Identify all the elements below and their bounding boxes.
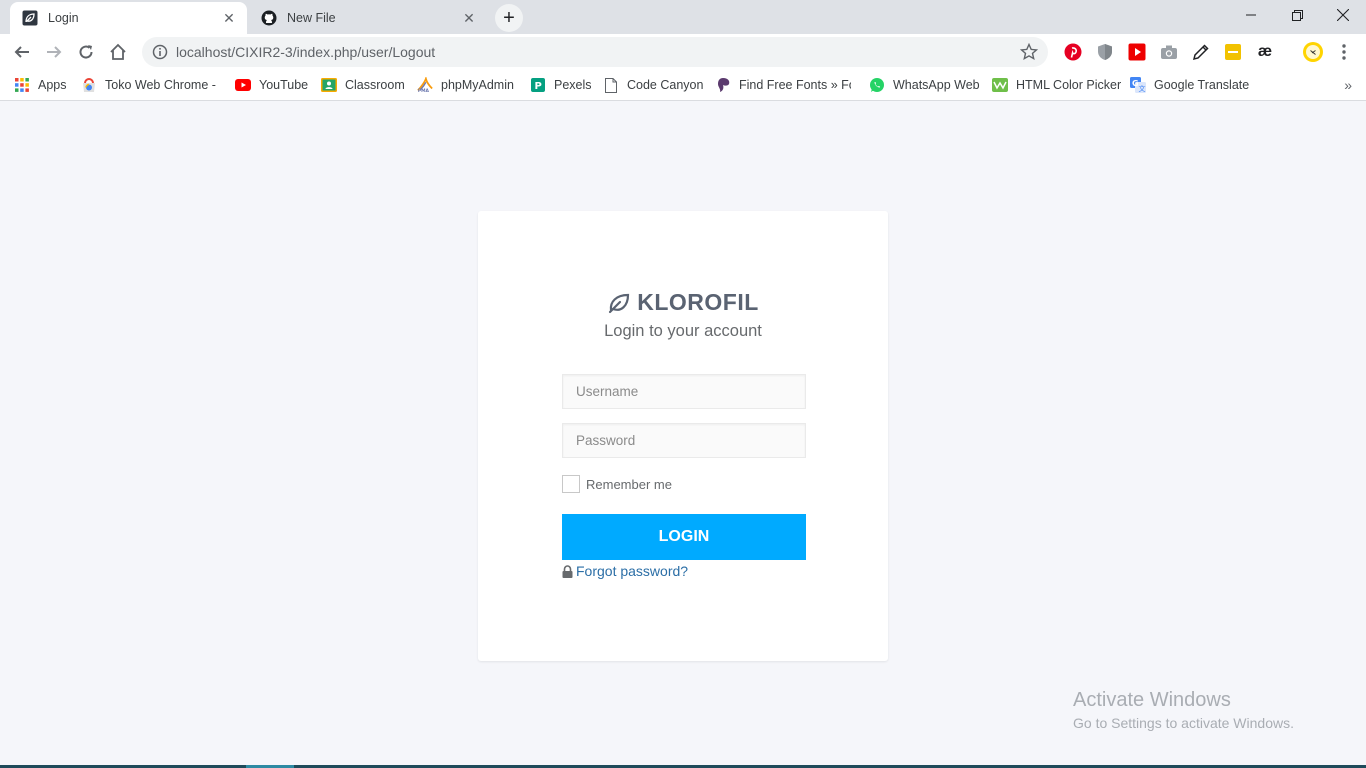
bookmark-apps[interactable]: Apps <box>14 77 67 93</box>
watermark-title: Activate Windows <box>1073 689 1231 711</box>
username-input[interactable] <box>562 374 806 409</box>
note-extension-icon[interactable] <box>1224 43 1242 61</box>
restore-icon[interactable] <box>1274 0 1320 30</box>
ae-extension-icon[interactable]: æ <box>1256 43 1274 61</box>
bookmark-code-canyon[interactable]: Code Canyon <box>603 77 703 93</box>
bookmark-label: Apps <box>38 78 67 92</box>
brand-name: KLOROFIL <box>637 289 759 315</box>
bookmark-toko-web-chrome[interactable]: Toko Web Chrome - c <box>81 77 219 93</box>
klorofil-leaf-icon <box>22 10 38 26</box>
remember-me-label: Remember me <box>586 476 672 492</box>
chrome-store-icon <box>81 77 97 93</box>
bookmark-label: Google Translate <box>1154 78 1250 92</box>
shield-icon[interactable] <box>1096 43 1114 61</box>
tab-new-file[interactable]: New File ✕ <box>249 2 487 34</box>
tab-strip: Login ✕ New File ✕ + <box>0 0 1366 34</box>
bookmark-label: HTML Color Picker <box>1016 78 1122 92</box>
bookmark-label: YouTube <box>259 78 309 92</box>
menu-dots-icon[interactable] <box>1335 43 1353 61</box>
bookmark-label: Code Canyon <box>627 78 704 92</box>
browser-toolbar: localhost/CIXIR2-3/index.php/user/Logout… <box>0 34 1366 70</box>
bookmark-label: Pexels <box>554 78 592 92</box>
forgot-password: Forgot password? <box>562 563 688 579</box>
youtube-icon <box>235 77 251 93</box>
phpmyadmin-icon: PMA <box>417 77 433 93</box>
bookmark-html-color-picker[interactable]: HTML Color Picker <box>992 77 1121 93</box>
bookmark-label: Find Free Fonts » For <box>739 78 851 92</box>
bookmark-classroom[interactable]: Classroom <box>321 77 405 93</box>
pinterest-icon[interactable] <box>1064 43 1082 61</box>
color-picker-icon <box>992 77 1008 93</box>
bookmark-google-translate[interactable]: G文 Google Translate <box>1130 77 1249 93</box>
login-card: KLOROFIL Login to your account Remember … <box>478 211 888 661</box>
bookmark-label: WhatsApp Web <box>893 78 980 92</box>
fonts-icon <box>715 77 731 93</box>
close-icon[interactable]: ✕ <box>461 10 477 26</box>
password-input[interactable] <box>562 423 806 458</box>
page-icon <box>603 77 619 93</box>
login-subtitle: Login to your account <box>604 322 762 340</box>
translate-icon: G文 <box>1130 77 1146 93</box>
info-icon[interactable] <box>152 44 168 60</box>
login-button[interactable]: LOGIN <box>562 514 806 560</box>
close-window-icon[interactable] <box>1320 0 1366 30</box>
brand-logo: KLOROFIL <box>478 289 888 316</box>
tab-title: Login <box>48 11 79 25</box>
watermark-subtitle: Go to Settings to activate Windows. <box>1073 715 1294 731</box>
address-bar[interactable]: localhost/CIXIR2-3/index.php/user/Logout <box>142 37 1048 67</box>
bookmark-whatsapp-web[interactable]: WhatsApp Web <box>869 77 980 93</box>
github-icon <box>261 10 277 26</box>
new-tab-button[interactable]: + <box>495 4 523 32</box>
bookmark-label: Toko Web Chrome - c <box>105 78 219 92</box>
apps-grid-icon <box>14 77 30 93</box>
svg-text:文: 文 <box>1139 84 1146 93</box>
bookmark-label: Classroom <box>345 78 405 92</box>
pexels-icon: P <box>530 77 546 93</box>
svg-text:PMA: PMA <box>418 88 430 93</box>
reload-icon[interactable] <box>72 38 100 66</box>
remember-me: Remember me <box>562 475 672 493</box>
tab-title: New File <box>287 11 336 25</box>
activate-windows-watermark: Activate Windows Go to Settings to activ… <box>1073 689 1294 731</box>
close-icon[interactable]: ✕ <box>221 10 237 26</box>
more-bookmarks-chevron-icon[interactable]: » <box>1344 77 1352 93</box>
svg-text:P: P <box>535 81 542 92</box>
remember-me-checkbox[interactable] <box>562 475 580 493</box>
bookmarks-bar: Apps Toko Web Chrome - c YouTube Classro… <box>0 70 1366 101</box>
bookmark-find-free-fonts[interactable]: Find Free Fonts » For <box>715 77 851 93</box>
bookmark-youtube[interactable]: YouTube <box>235 77 308 93</box>
tab-login[interactable]: Login ✕ <box>10 2 247 34</box>
minimize-icon[interactable] <box>1228 0 1274 30</box>
bookmark-star-icon[interactable] <box>1019 42 1039 61</box>
pencil-icon[interactable] <box>1192 43 1210 61</box>
leaf-icon <box>607 291 631 315</box>
bookmark-pexels[interactable]: P Pexels <box>530 77 592 93</box>
forgot-password-link[interactable]: Forgot password? <box>576 563 688 579</box>
whatsapp-icon <box>869 77 885 93</box>
camera-icon[interactable] <box>1160 43 1178 61</box>
bookmark-phpmyadmin[interactable]: PMA phpMyAdmin <box>417 77 514 93</box>
bookmark-label: phpMyAdmin <box>441 78 514 92</box>
forward-arrow-icon[interactable] <box>40 38 68 66</box>
youtube-play-icon[interactable] <box>1128 43 1146 61</box>
lock-icon <box>562 564 573 578</box>
back-arrow-icon[interactable] <box>8 38 36 66</box>
home-icon[interactable] <box>104 38 132 66</box>
url-text: localhost/CIXIR2-3/index.php/user/Logout <box>176 44 436 60</box>
profile-avatar[interactable] <box>1302 41 1324 63</box>
classroom-icon <box>321 77 337 93</box>
